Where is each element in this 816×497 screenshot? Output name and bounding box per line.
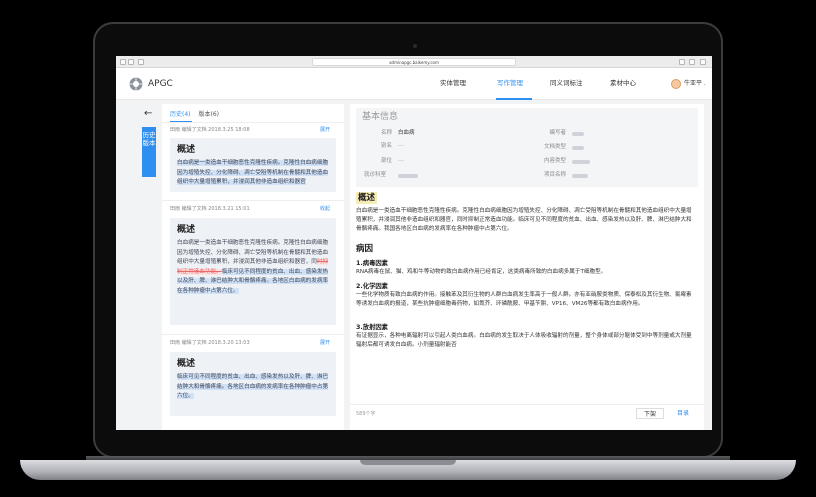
unpublish-button[interactable]: 下架 bbox=[636, 408, 664, 419]
field-label: 项目名称 bbox=[543, 172, 566, 178]
tabs-icon[interactable] bbox=[689, 59, 695, 65]
cause-subheading: 2.化学因素 bbox=[356, 283, 388, 290]
forward-nav-icon[interactable] bbox=[128, 59, 134, 65]
cause-text: RNA病毒在鼠、猫、鸡和牛等动物的致白血病作用已经肯定，这类病毒所致的白血病多属… bbox=[356, 269, 607, 275]
cause-subheading: 1.病毒因素 bbox=[356, 260, 388, 267]
history-version-tab[interactable]: 历史版本 bbox=[142, 127, 156, 177]
app-brand: APGC bbox=[148, 79, 173, 89]
sidebar-toggle-icon[interactable] bbox=[138, 59, 144, 65]
card-text: 临床可见不同程度的贫血、出血、感染发热以及肝、脾、淋巴结肿大和骨骼疼痛。各地区白… bbox=[177, 374, 329, 399]
field-label: 部位 bbox=[380, 158, 392, 164]
document-detail: 基本信息 名称 白血病 别名 --- 部位 --- 就诊科室 编写者 文档类型 … bbox=[350, 104, 704, 430]
redacted-value bbox=[572, 132, 584, 136]
field-value: 白血病 bbox=[398, 130, 415, 136]
tab-version[interactable]: 版本(6) bbox=[199, 111, 220, 118]
history-card[interactable]: 概述 白血病是一类造血干细胞恶性克隆性疾病。克隆性白血病细胞因为增殖失控、分化障… bbox=[170, 138, 336, 192]
back-nav-icon[interactable] bbox=[120, 59, 126, 65]
expand-link[interactable]: 展开 bbox=[320, 127, 330, 134]
field-label: 别名 bbox=[380, 143, 392, 149]
basic-info-box: 基本信息 名称 白血病 别名 --- 部位 --- 就诊科室 编写者 文档类型 … bbox=[356, 108, 698, 187]
address-bar[interactable]: adminapgc.baikemy.com bbox=[312, 58, 516, 66]
screen: adminapgc.baikemy.com APGC 实体管理 写作管理 同义词… bbox=[116, 56, 712, 430]
card-text: 白血病是一类造血干细胞恶性克隆性疾病。克隆性白血病细胞因为增殖失控、分化障碍、凋… bbox=[177, 240, 329, 294]
overview-heading: 概述 bbox=[356, 192, 378, 204]
camera-icon bbox=[413, 44, 417, 48]
collapse-link[interactable]: 收起 bbox=[320, 206, 330, 213]
history-panel: 历史(4) 版本(6) 田雨 编辑了文档 2018.3.25 18:08 展开 概… bbox=[162, 104, 344, 430]
app-header: APGC 实体管理 写作管理 同义词标注 素材中心 牛亚平 . bbox=[116, 68, 712, 100]
new-tab-icon[interactable] bbox=[700, 59, 706, 65]
card-text: 白血病是一类造血干细胞恶性克隆性疾病。克隆性白血病细胞因为增殖失控、分化障碍、凋… bbox=[177, 160, 329, 185]
overview-text: 白血病是一类造血干细胞恶性克隆性疾病。克隆性白血病细胞因为增殖失控、分化障碍、凋… bbox=[356, 208, 692, 232]
field-value: --- bbox=[398, 143, 404, 149]
redacted-value bbox=[572, 146, 584, 150]
nav-materials[interactable]: 素材中心 bbox=[610, 79, 636, 88]
avatar[interactable] bbox=[671, 79, 681, 89]
history-card[interactable]: 概述 白血病是一类造血干细胞恶性克隆性疾病。克隆性白血病细胞因为增殖失控、分化障… bbox=[170, 218, 336, 325]
card-title: 概述 bbox=[177, 359, 196, 369]
history-meta: 田雨 编辑了文档 2018.3.25 18:08 bbox=[170, 127, 250, 133]
field-label: 内容类型 bbox=[543, 158, 566, 164]
tab-history[interactable]: 历史(4) bbox=[170, 111, 191, 118]
back-arrow-icon[interactable]: ← bbox=[144, 109, 152, 119]
nav-writing[interactable]: 写作管理 bbox=[497, 79, 523, 88]
field-label: 编写者 bbox=[549, 130, 566, 136]
word-count: 589个字 bbox=[356, 411, 376, 417]
nav-synonym[interactable]: 同义词标注 bbox=[550, 79, 583, 88]
laptop-notch bbox=[360, 460, 456, 465]
browser-toolbar: adminapgc.baikemy.com bbox=[116, 56, 712, 68]
nav-entity[interactable]: 实体管理 bbox=[440, 79, 466, 88]
history-card[interactable]: 概述 临床可见不同程度的贫血、出血、感染发热以及肝、脾、淋巴结肿大和骨骼疼痛。各… bbox=[170, 352, 336, 416]
catalog-button[interactable]: 目录 bbox=[668, 408, 698, 419]
field-label: 就诊科室 bbox=[363, 172, 386, 178]
history-meta: 田雨 编辑了文档 2018.3.21 15:01 bbox=[170, 206, 250, 212]
card-title: 概述 bbox=[177, 225, 196, 235]
tab-divider bbox=[162, 122, 344, 123]
field-value: --- bbox=[398, 158, 404, 164]
cause-text: 有证据显示，各种电离辐射可以引起人类白血病。白血病的发生取决于人体吸收辐射的剂量… bbox=[356, 333, 692, 348]
cause-subheading: 3.放射因素 bbox=[356, 324, 388, 331]
redacted-value bbox=[398, 174, 418, 178]
divider bbox=[162, 200, 344, 201]
history-tabs: 历史(4) 版本(6) bbox=[170, 111, 219, 119]
redacted-value bbox=[572, 174, 588, 178]
user-name[interactable]: 牛亚平 . bbox=[684, 80, 706, 88]
redacted-value bbox=[572, 160, 590, 164]
footer-divider bbox=[350, 404, 704, 405]
basic-info-title: 基本信息 bbox=[362, 112, 399, 122]
field-label: 名称 bbox=[380, 130, 392, 136]
divider bbox=[162, 334, 344, 335]
expand-link[interactable]: 展开 bbox=[320, 340, 330, 347]
nav-active-indicator bbox=[496, 98, 532, 100]
card-title: 概述 bbox=[177, 145, 196, 155]
history-meta: 田雨 编辑了文档 2018.3.20 13:03 bbox=[170, 340, 250, 346]
cause-heading: 病因 bbox=[356, 244, 374, 254]
field-label: 文档类型 bbox=[543, 144, 566, 150]
cause-text: 一些化学物质有致白血病的作用。接触苯及其衍生物的人群白血病发生率高于一般人群。亦… bbox=[356, 292, 692, 307]
share-icon[interactable] bbox=[679, 59, 685, 65]
brain-logo-icon bbox=[129, 77, 143, 91]
